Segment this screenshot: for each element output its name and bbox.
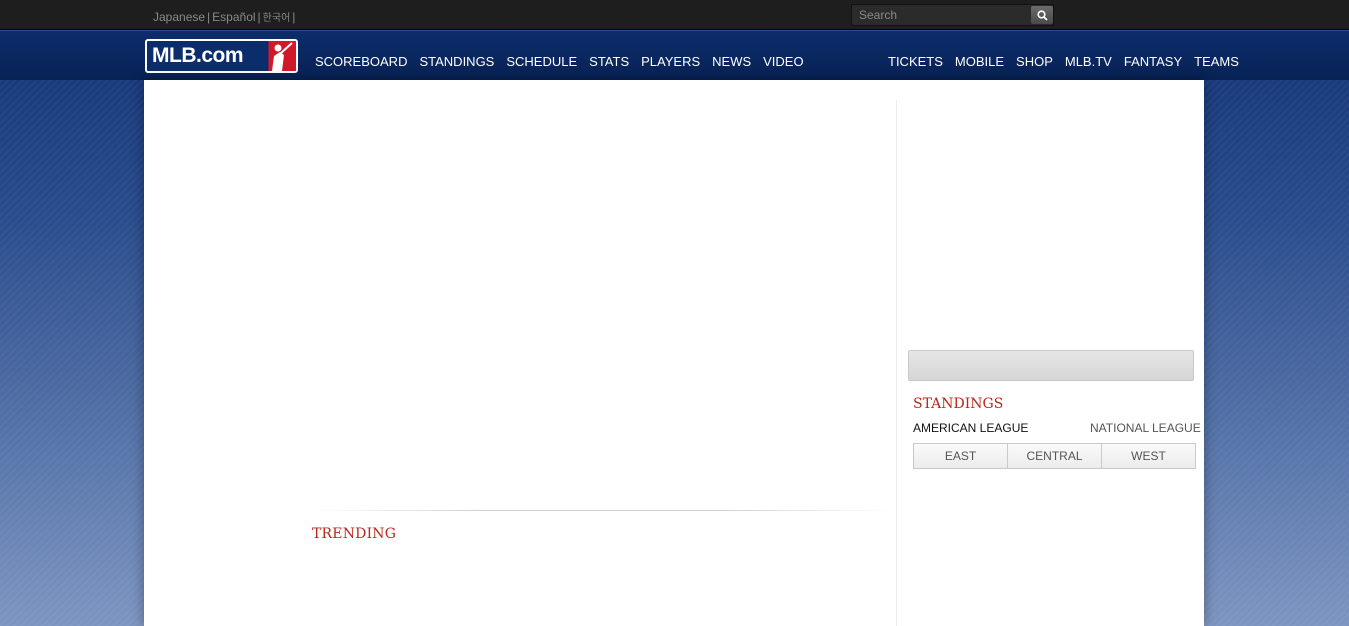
trending-heading: TRENDING [312,526,397,542]
nav-mlbtv[interactable]: MLB.TV [1065,54,1112,69]
nav-players[interactable]: PLAYERS [641,54,700,69]
language-links: Japanese | Español | 한국어 | [153,9,297,25]
search-box [851,4,1054,26]
sidebar-placeholder-bar [908,350,1194,381]
language-link-korean[interactable]: 한국어 [263,9,291,24]
language-link-espanol[interactable]: Español [212,10,255,24]
division-tabs: EAST CENTRAL WEST [913,443,1196,469]
section-divider [312,510,892,511]
language-link-japanese[interactable]: Japanese [153,10,205,24]
separator: | [257,9,261,24]
nav-teams[interactable]: TEAMS [1194,54,1239,69]
search-button[interactable] [1031,6,1053,24]
secondary-nav: TICKETS MOBILE SHOP MLB.TV FANTASY TEAMS [888,54,1251,69]
tab-national-league[interactable]: NATIONAL LEAGUE [1090,421,1201,435]
tab-east[interactable]: EAST [914,444,1008,468]
tab-central[interactable]: CENTRAL [1008,444,1102,468]
primary-nav: SCOREBOARD STANDINGS SCHEDULE STATS PLAY… [315,54,816,69]
nav-tickets[interactable]: TICKETS [888,54,943,69]
standings-heading: STANDINGS [913,396,1004,412]
main-navigation: MLB.com SCOREBOARD STANDINGS SCHEDULE ST… [0,30,1349,80]
batter-silhouette-icon [250,41,296,71]
mlb-logo[interactable]: MLB.com [145,39,298,73]
nav-video[interactable]: VIDEO [763,54,803,69]
search-icon [1036,9,1048,21]
nav-fantasy[interactable]: FANTASY [1124,54,1182,69]
main-content-panel: TRENDING STANDINGS AMERICAN LEAGUE NATIO… [144,80,1204,626]
nav-scoreboard[interactable]: SCOREBOARD [315,54,407,69]
tab-american-league[interactable]: AMERICAN LEAGUE [913,421,1028,435]
nav-standings[interactable]: STANDINGS [419,54,494,69]
nav-news[interactable]: NEWS [712,54,751,69]
nav-stats[interactable]: STATS [589,54,629,69]
nav-schedule[interactable]: SCHEDULE [506,54,577,69]
tab-west[interactable]: WEST [1102,444,1195,468]
column-divider [896,100,897,626]
logo-text: MLB.com [152,44,244,67]
nav-shop[interactable]: SHOP [1016,54,1053,69]
search-input[interactable] [852,5,1030,25]
separator: | [207,9,211,24]
separator: | [292,9,296,24]
top-utility-bar: Japanese | Español | 한국어 | [0,0,1349,30]
nav-mobile[interactable]: MOBILE [955,54,1004,69]
